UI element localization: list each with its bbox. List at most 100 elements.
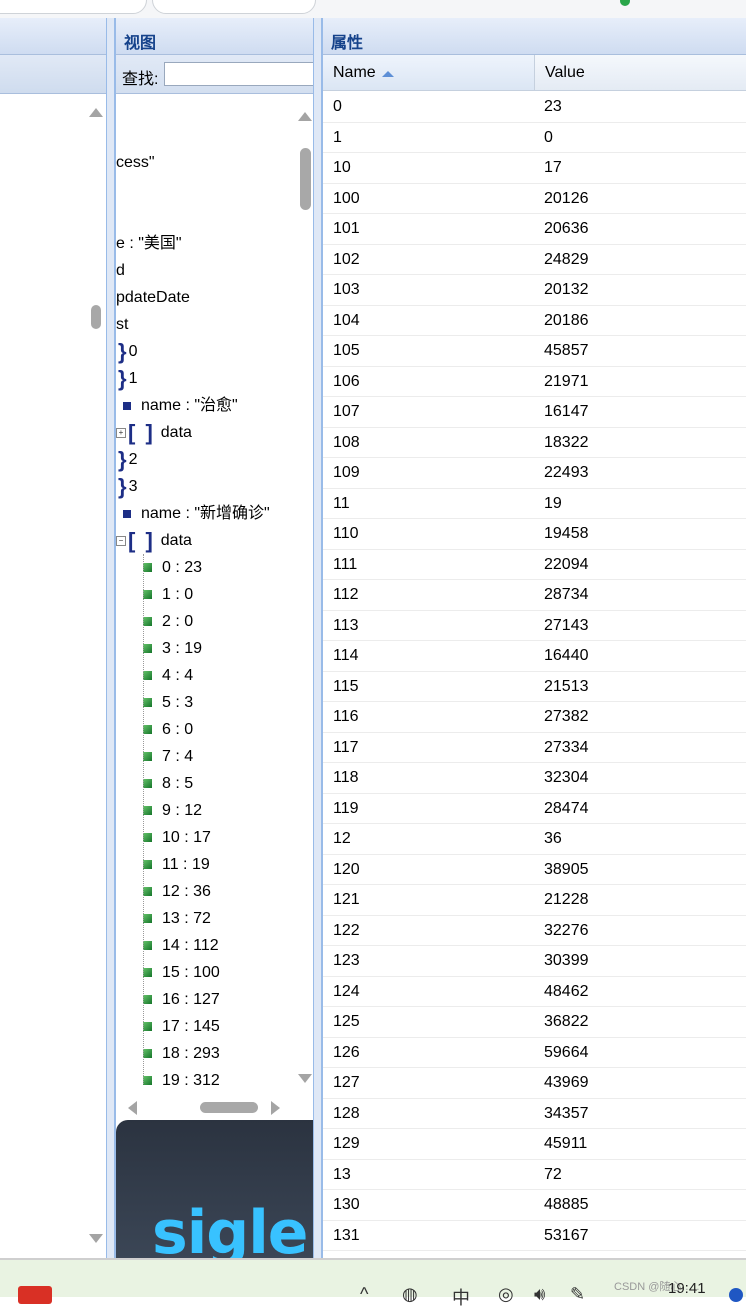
promo-banner[interactable]: sigle [116,1120,315,1258]
table-row[interactable]: 120 38905 [323,855,746,885]
ime-indicator[interactable]: 中 [452,1284,470,1310]
table-row[interactable]: 116 27382 [323,702,746,733]
tree-node[interactable]: 12 : 36 [143,878,211,905]
table-row[interactable]: 109 22493 [323,458,746,489]
splitter-left[interactable] [106,18,115,1258]
table-row[interactable]: 101 20636 [323,214,746,245]
scroll-thumb[interactable] [300,148,311,210]
clock[interactable]: 19:41 [668,1280,706,1297]
tree-node[interactable]: d [116,257,125,284]
speaker-icon[interactable]: 🔊︎ [534,1284,545,1305]
table-row[interactable]: 10 17 [323,153,746,184]
table-row[interactable]: 113 27143 [323,611,746,641]
table-row[interactable]: 114 16440 [323,641,746,672]
left-vertical-scrollbar[interactable] [86,98,106,1258]
table-row[interactable]: 123 30399 [323,946,746,977]
tree-node[interactable]: 11 : 19 [143,851,210,878]
scroll-left-arrow-icon[interactable] [128,1101,137,1115]
pen-icon[interactable]: ✎ [570,1284,585,1305]
table-row[interactable]: 121 21228 [323,885,746,916]
scroll-right-arrow-icon[interactable] [271,1101,280,1115]
tree-node[interactable]: pdateDate [116,284,190,311]
tree-node[interactable]: −[ ] data [116,527,192,554]
notification-icon[interactable] [729,1288,743,1302]
tree-node[interactable]: 9 : 12 [143,797,202,824]
tree-node[interactable]: 15 : 100 [143,959,220,986]
table-row[interactable]: 0 23 [323,92,746,123]
table-row[interactable]: 105 45857 [323,336,746,367]
tree-node[interactable]: 1 : 0 [143,581,193,608]
scroll-up-arrow-icon[interactable] [298,112,312,121]
tree-node[interactable]: cess" [116,149,155,176]
tree-node[interactable]: 13 : 72 [143,905,211,932]
table-row[interactable]: 127 43969 [323,1068,746,1099]
table-row[interactable]: 12 36 [323,824,746,855]
tree-node[interactable]: } 3 [118,473,137,500]
table-row[interactable]: 102 24829 [323,245,746,275]
table-row[interactable]: 13 72 [323,1160,746,1190]
tree-node[interactable]: 7 : 4 [143,743,193,770]
scroll-thumb[interactable] [91,305,101,329]
scroll-thumb[interactable] [200,1102,258,1113]
table-row[interactable]: 126 59664 [323,1038,746,1068]
tree-node[interactable]: 4 : 4 [143,662,193,689]
table-row[interactable]: 122 32276 [323,916,746,946]
column-header-value[interactable]: Value [535,55,746,91]
table-row[interactable]: 124 48462 [323,977,746,1007]
table-row[interactable]: 129 45911 [323,1129,746,1160]
app-logo-icon[interactable] [18,1286,52,1304]
expand-toggle-icon[interactable]: − [116,535,126,546]
column-header-name[interactable]: Name [323,55,535,91]
tree-node[interactable]: +[ ] data [116,419,192,446]
scroll-down-arrow-icon[interactable] [89,1234,103,1243]
tree-node[interactable]: 8 : 5 [143,770,193,797]
table-row[interactable]: 115 21513 [323,672,746,702]
table-row[interactable]: 118 32304 [323,763,746,794]
tree-node[interactable]: name : "新增确诊" [123,500,270,527]
table-row[interactable]: 11 19 [323,489,746,519]
table-row[interactable]: 106 21971 [323,367,746,397]
network-icon[interactable]: ◍ [402,1284,418,1305]
table-row[interactable]: 104 20186 [323,306,746,336]
chevron-up-icon[interactable]: ^ [360,1284,368,1305]
table-row[interactable]: 100 20126 [323,184,746,214]
browser-tab[interactable] [0,0,147,14]
tree-node[interactable]: 19 : 312 [143,1067,220,1094]
tree-node[interactable]: 10 : 17 [143,824,211,851]
table-row[interactable]: 128 34357 [323,1099,746,1129]
tree-node[interactable]: 18 : 293 [143,1040,220,1067]
expand-toggle-icon[interactable]: + [116,427,126,438]
table-row[interactable]: 117 27334 [323,733,746,763]
tree-node[interactable]: } 1 [118,365,137,392]
table-row[interactable]: 110 19458 [323,519,746,550]
table-row[interactable]: 125 36822 [323,1007,746,1038]
tree-node[interactable]: 2 : 0 [143,608,193,635]
scroll-down-arrow-icon[interactable] [298,1074,312,1083]
wifi-icon[interactable]: ◎ [498,1284,514,1305]
tree-node[interactable]: 6 : 0 [143,716,193,743]
table-row[interactable]: 130 48885 [323,1190,746,1221]
table-row[interactable]: 131 53167 [323,1221,746,1251]
tree-node[interactable]: 16 : 127 [143,986,220,1013]
tree-node[interactable]: e : "美国" [116,230,182,257]
tree-node[interactable]: 17 : 145 [143,1013,220,1040]
table-row[interactable]: 107 16147 [323,397,746,428]
tree-node[interactable]: 3 : 19 [143,635,202,662]
tree-node[interactable]: st [116,311,128,338]
tree-node[interactable]: } 2 [118,446,137,473]
scroll-up-arrow-icon[interactable] [89,108,103,117]
table-row[interactable]: 111 22094 [323,550,746,580]
table-row[interactable]: 119 28474 [323,794,746,824]
tree-node[interactable]: } 0 [118,338,137,365]
table-row[interactable]: 10 [323,123,746,153]
tree-node[interactable]: 5 : 3 [143,689,193,716]
tree-node[interactable]: 0 : 23 [143,554,202,581]
table-row[interactable]: 112 28734 [323,580,746,611]
splitter-right[interactable] [313,18,322,1258]
tree-node[interactable]: 14 : 112 [143,932,219,959]
table-row[interactable]: 108 18322 [323,428,746,458]
tree-horizontal-scrollbar[interactable] [116,1096,315,1120]
tree-node[interactable]: name : "治愈" [123,392,238,419]
browser-tab[interactable] [152,0,316,14]
search-input[interactable] [164,62,315,86]
